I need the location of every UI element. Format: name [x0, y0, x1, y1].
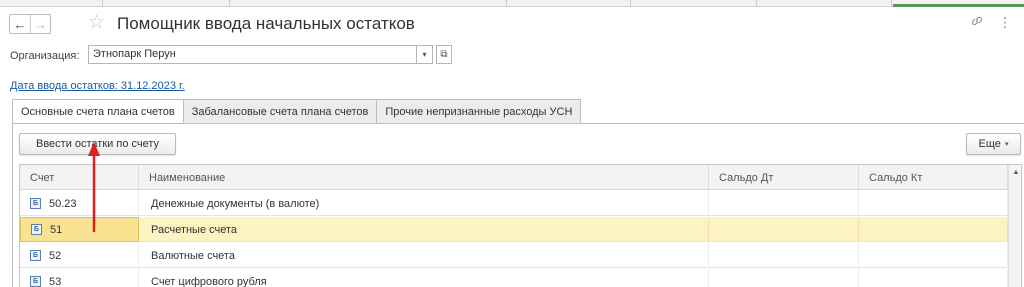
- credit-balance: [859, 217, 1008, 242]
- account-icon: Б: [30, 198, 41, 209]
- account-code-cell: Б 52: [20, 243, 139, 268]
- organization-label: Организация:: [10, 50, 80, 62]
- credit-balance: [859, 243, 1008, 268]
- history-navigation: ← →: [9, 14, 51, 34]
- account-tabs: Основные счета плана счетов Забалансовые…: [12, 99, 582, 124]
- table-row[interactable]: Б 52 Валютные счета: [20, 243, 1008, 268]
- favorite-star-icon[interactable]: ☆: [88, 12, 105, 34]
- tab-unrecognized-expenses[interactable]: Прочие непризнанные расходы УСН: [377, 99, 582, 124]
- debit-balance: [709, 269, 859, 287]
- more-button-label: Еще: [978, 138, 1001, 150]
- account-name: Счет цифрового рубля: [139, 269, 709, 287]
- active-window-indicator: [893, 4, 1024, 7]
- tab-separator: [630, 0, 631, 7]
- balance-date-link[interactable]: Дата ввода остатков: 31.12.2023 г.: [10, 80, 185, 92]
- vertical-scrollbar[interactable]: ▲: [1008, 165, 1021, 287]
- open-organization-icon[interactable]: ⧉: [436, 45, 452, 64]
- tab-main-accounts[interactable]: Основные счета плана счетов: [12, 99, 184, 124]
- account-name: Валютные счета: [139, 243, 709, 268]
- account-code: 50.23: [49, 197, 77, 210]
- tab-offbalance-accounts[interactable]: Забалансовые счета плана счетов: [183, 99, 378, 124]
- table-row[interactable]: Б 53 Счет цифрового рубля: [20, 269, 1008, 287]
- tab-panel-border-left: [12, 123, 13, 287]
- account-name: Расчетные счета: [139, 217, 709, 242]
- scroll-up-icon[interactable]: ▲: [1009, 169, 1021, 176]
- tab-separator: [891, 0, 892, 7]
- column-header-credit[interactable]: Сальдо Кт: [859, 165, 1008, 190]
- credit-balance: [859, 191, 1008, 216]
- account-code-cell: Б 53: [20, 269, 139, 287]
- forward-arrow-icon[interactable]: →: [30, 15, 50, 33]
- account-icon: Б: [30, 250, 41, 261]
- debit-balance: [709, 243, 859, 268]
- tab-separator: [506, 0, 507, 7]
- account-code: 51: [50, 223, 63, 236]
- debit-balance: [709, 217, 859, 242]
- top-tab-strip: [0, 0, 1024, 7]
- column-header-name[interactable]: Наименование: [139, 165, 709, 190]
- debit-balance: [709, 191, 859, 216]
- chevron-down-icon: ▾: [1004, 141, 1009, 148]
- account-icon: Б: [31, 224, 42, 235]
- back-arrow-icon[interactable]: ←: [10, 15, 30, 33]
- account-code: 53: [49, 275, 62, 287]
- account-name: Денежные документы (в валюте): [139, 191, 709, 216]
- chevron-down-icon[interactable]: ▾: [417, 45, 433, 64]
- account-icon: Б: [30, 276, 41, 287]
- tab-panel-border: [12, 123, 1024, 124]
- accounts-table: Счет Наименование Сальдо Дт Сальдо Кт Б …: [19, 164, 1022, 287]
- column-header-debit[interactable]: Сальдо Дт: [709, 165, 859, 190]
- red-arrow-annotation: [88, 142, 100, 232]
- tab-separator: [102, 0, 103, 7]
- table-row[interactable]: Б 51 Расчетные счета: [20, 217, 1008, 242]
- more-button[interactable]: Еще ▾: [966, 133, 1021, 155]
- table-header: Счет Наименование Сальдо Дт Сальдо Кт: [20, 165, 1008, 190]
- account-code: 52: [49, 249, 62, 262]
- more-options-icon[interactable]: ⋮: [998, 14, 1012, 31]
- link-icon[interactable]: [970, 14, 984, 31]
- table-row[interactable]: Б 50.23 Денежные документы (в валюте): [20, 191, 1008, 216]
- credit-balance: [859, 269, 1008, 287]
- tab-separator: [229, 0, 230, 7]
- organization-field[interactable]: Этнопарк Перун: [88, 45, 417, 64]
- page-title: Помощник ввода начальных остатков: [117, 14, 415, 33]
- tab-separator: [756, 0, 757, 7]
